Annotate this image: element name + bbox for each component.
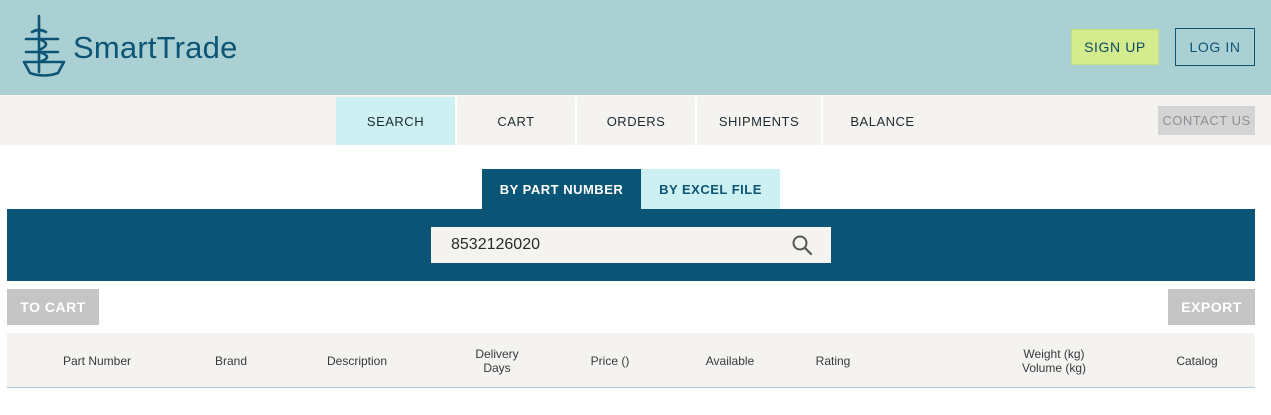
tab-by-excel-file[interactable]: BY EXCEL FILE — [641, 169, 780, 209]
column-header-available[interactable]: Available — [690, 333, 770, 388]
main-nav: SEARCH CART ORDERS SHIPMENTS BALANCE CON… — [0, 95, 1271, 145]
nav-item-orders[interactable]: ORDERS — [577, 97, 697, 145]
column-header-description[interactable]: Description — [307, 333, 407, 388]
nav-item-cart[interactable]: CART — [457, 97, 577, 145]
nav-item-shipments[interactable]: SHIPMENTS — [697, 97, 823, 145]
column-header-brand[interactable]: Brand — [191, 333, 271, 388]
column-header-price[interactable]: Price () — [570, 333, 650, 388]
results-table-header: Part Number Brand Description Delivery D… — [7, 333, 1255, 388]
tab-by-part-number[interactable]: BY PART NUMBER — [482, 169, 641, 209]
log-in-button[interactable]: LOG IN — [1175, 28, 1255, 66]
column-header-part-number[interactable]: Part Number — [47, 333, 147, 388]
brand-name[interactable]: SmartTrade — [73, 30, 238, 66]
to-cart-button[interactable]: TO CART — [7, 289, 99, 325]
nav-item-balance[interactable]: BALANCE — [823, 97, 942, 145]
contact-us-button[interactable]: CONTACT US — [1158, 106, 1255, 135]
ship-logo-icon[interactable] — [22, 14, 66, 80]
export-button[interactable]: EXPORT — [1168, 289, 1255, 325]
column-header-catalog[interactable]: Catalog — [1157, 333, 1237, 388]
search-panel — [7, 209, 1255, 281]
column-header-rating[interactable]: Rating — [793, 333, 873, 388]
column-header-weight-volume[interactable]: Weight (kg) Volume (kg) — [999, 333, 1109, 388]
sign-up-button[interactable]: SIGN UP — [1071, 29, 1159, 65]
site-header: SmartTrade SIGN UP LOG IN — [0, 0, 1271, 95]
column-header-delivery-days[interactable]: Delivery Days — [457, 333, 537, 388]
nav-item-search[interactable]: SEARCH — [336, 97, 457, 145]
search-box — [431, 227, 831, 263]
part-number-search-input[interactable] — [431, 227, 781, 263]
search-icon[interactable] — [791, 234, 813, 256]
